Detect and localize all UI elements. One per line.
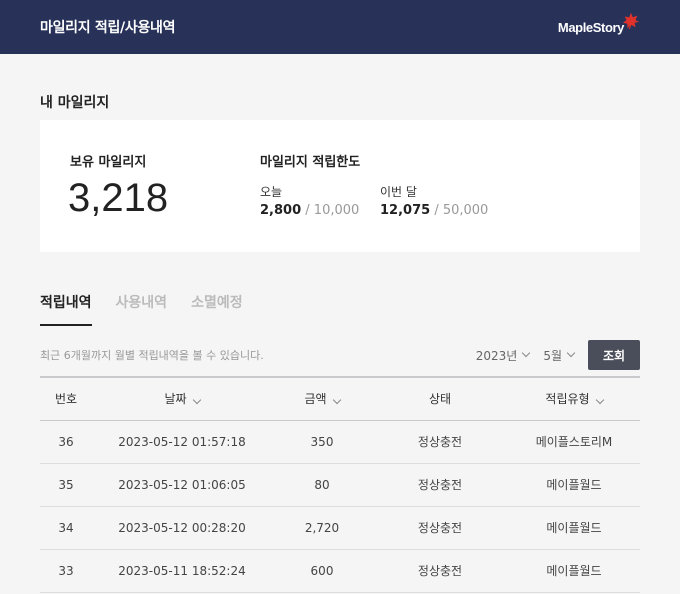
cell-date: 2023-05-12 00:28:20	[92, 506, 272, 550]
cell-number: 35	[40, 463, 92, 507]
limit-today-max: 10,000	[313, 203, 360, 218]
limit-separator: /	[305, 203, 310, 218]
filter-note: 최근 6개월까지 월별 적립내역을 볼 수 있습니다.	[40, 349, 264, 362]
year-select-value: 2023년	[475, 348, 518, 363]
table-row: 35 2023-05-12 01:06:05 80 정상충전 메이플월드	[40, 463, 640, 507]
chevron-down-icon	[566, 348, 576, 358]
page-title: 마일리지 적립/사용내역	[40, 20, 176, 36]
limit-today: 오늘 2,800 / 10,000	[260, 183, 359, 218]
tab-expiring[interactable]: 소멸예정	[191, 292, 243, 326]
table-row: 33 2023-05-11 18:52:24 600 정상충전 메이플월드	[40, 549, 640, 593]
cell-status: 정상충전	[372, 506, 508, 550]
cell-type: 메이플스토리M	[508, 420, 640, 464]
cell-amount: 350	[272, 420, 372, 464]
limit-today-current: 2,800	[260, 203, 302, 218]
table-row: 34 2023-05-12 00:28:20 2,720 정상충전 메이플월드	[40, 506, 640, 550]
search-button[interactable]: 조회	[588, 340, 640, 370]
month-select-value: 5월	[543, 348, 562, 363]
tab-accrual[interactable]: 적립내역	[40, 292, 92, 326]
limit-month-current: 12,075	[380, 203, 431, 218]
history-tabs: 적립내역 사용내역 소멸예정	[40, 292, 640, 326]
cell-amount: 80	[272, 463, 372, 507]
maplestory-logo[interactable]: MapleStory	[557, 12, 640, 35]
limit-month: 이번 달 12,075 / 50,000	[380, 183, 488, 218]
tab-usage[interactable]: 사용내역	[116, 292, 168, 326]
table-row: 36 2023-05-12 01:57:18 350 정상충전 메이플스토리M	[40, 420, 640, 464]
column-header-type[interactable]: 적립유형	[508, 377, 640, 420]
chevron-down-icon	[332, 396, 341, 405]
accrual-table: 번호 날짜 금액 상태 적립유형 36 2023-05-12 01:57:18 …	[40, 376, 640, 593]
cell-amount: 600	[272, 549, 372, 593]
cell-date: 2023-05-12 01:57:18	[92, 420, 272, 464]
limit-title: 마일리지 적립한도	[260, 155, 361, 170]
cell-number: 33	[40, 549, 92, 593]
column-header-number: 번호	[54, 392, 78, 407]
limit-month-max: 50,000	[442, 203, 489, 218]
year-select[interactable]: 2023년	[475, 347, 531, 364]
column-header-amount[interactable]: 금액	[272, 377, 372, 420]
month-select[interactable]: 5월	[543, 347, 576, 364]
balance-label: 보유 마일리지	[70, 155, 147, 170]
column-header-status: 상태	[428, 392, 452, 407]
main-content: 내 마일리지 보유 마일리지 3,218 마일리지 적립한도 오늘 2,800 …	[0, 92, 680, 593]
cell-status: 정상충전	[372, 549, 508, 593]
mileage-summary-card: 보유 마일리지 3,218 마일리지 적립한도 오늘 2,800 / 10,00…	[40, 120, 640, 252]
chevron-down-icon	[192, 396, 201, 405]
my-mileage-title: 내 마일리지	[40, 95, 110, 111]
chevron-down-icon	[595, 396, 604, 405]
limit-month-label: 이번 달	[380, 185, 417, 199]
limit-today-label: 오늘	[260, 185, 283, 199]
logo-text: MapleStory	[557, 19, 624, 35]
table-header-row: 번호 날짜 금액 상태 적립유형	[40, 377, 640, 420]
limit-separator: /	[434, 203, 439, 218]
cell-status: 정상충전	[372, 463, 508, 507]
maple-leaf-icon	[622, 12, 640, 30]
column-header-date[interactable]: 날짜	[92, 377, 272, 420]
cell-number: 36	[40, 420, 92, 464]
chevron-down-icon	[522, 348, 531, 358]
balance-value: 3,218	[68, 176, 169, 220]
cell-type: 메이플월드	[508, 463, 640, 507]
cell-number: 34	[40, 506, 92, 550]
cell-date: 2023-05-12 01:06:05	[92, 463, 272, 507]
filter-controls: 2023년 5월 조회	[476, 340, 640, 370]
top-header: 마일리지 적립/사용내역 MapleStory	[0, 0, 680, 54]
cell-date: 2023-05-11 18:52:24	[92, 549, 272, 593]
cell-type: 메이플월드	[508, 549, 640, 593]
filter-row: 최근 6개월까지 월별 적립내역을 볼 수 있습니다. 2023년 5월 조회	[40, 340, 640, 370]
cell-status: 정상충전	[372, 420, 508, 464]
cell-amount: 2,720	[272, 506, 372, 550]
cell-type: 메이플월드	[508, 506, 640, 550]
